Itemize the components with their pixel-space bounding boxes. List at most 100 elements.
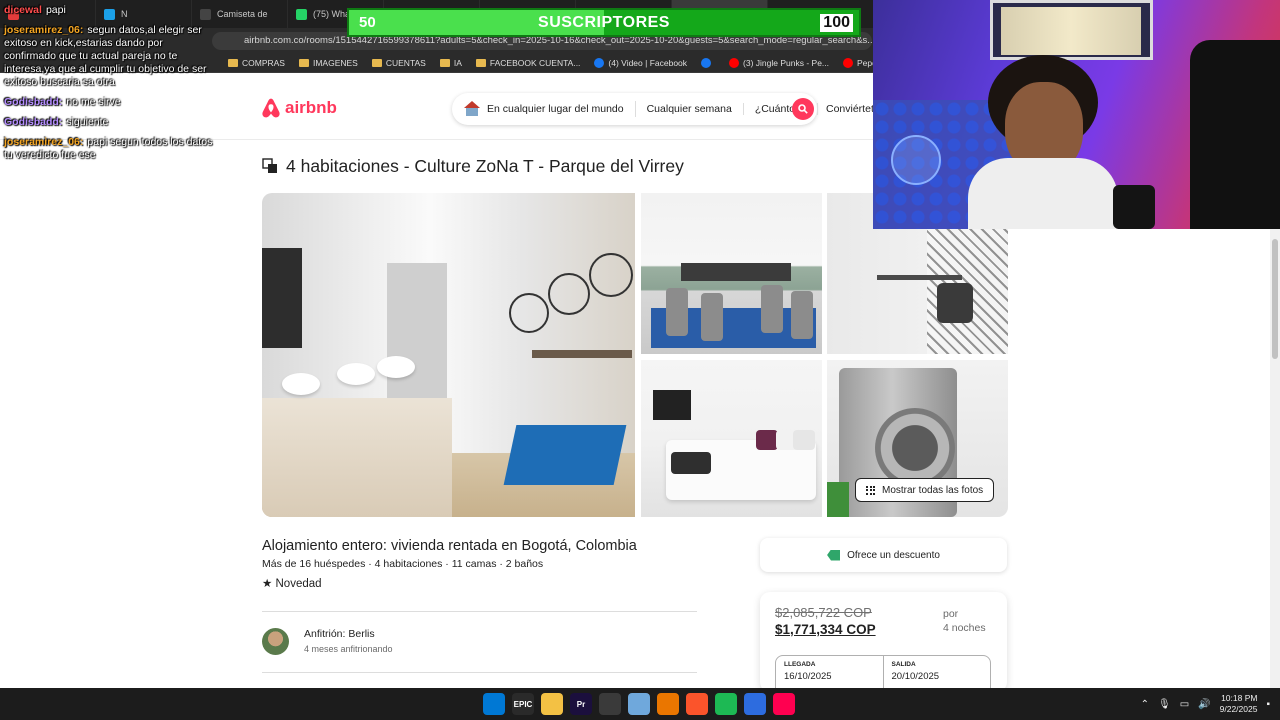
epic-games-icon[interactable]: EPIC (512, 693, 534, 715)
bookmark-item[interactable]: IA (439, 58, 462, 68)
price-tag-icon (827, 549, 841, 561)
network-icon[interactable]: ▭ (1180, 699, 1189, 710)
bookmark-item[interactable]: IMAGENES (298, 58, 358, 68)
system-tray: ⌃ 🎙 ▭ 🔊 10:18 PM 9/22/2025 ▪ (1141, 688, 1280, 720)
search-dates-label: Cualquier semana (646, 103, 732, 115)
chat-message: joseramirez_06: papi segun todos los dato… (4, 136, 214, 162)
chat-username: joseramirez_06: (4, 136, 84, 148)
bookmark-label: FACEBOOK CUENTA... (489, 58, 581, 68)
chat-message: dicewal papi (4, 4, 214, 17)
bookmark-label: (4) Video | Facebook (608, 58, 688, 68)
airbnb-brand-text: airbnb (285, 98, 337, 117)
show-all-photos-label: Mostrar todas las fotos (882, 484, 984, 496)
brave-icon[interactable] (686, 693, 708, 715)
notepad-icon[interactable] (628, 693, 650, 715)
search-location-label: En cualquier lugar del mundo (487, 103, 624, 115)
bookmark-label: (3) Jingle Punks - Pe... (743, 58, 830, 68)
subscriber-target: 100 (820, 13, 853, 32)
search-icon (798, 104, 808, 114)
windows-taskbar: EPIC Pr ⌃ 🎙 ▭ 🔊 10:18 PM 9/22/2025 ▪ (0, 688, 1280, 720)
site-favicon-icon (729, 58, 740, 68)
chat-text: no me sirve (66, 96, 121, 108)
host-name: Anfitrión: Berlis (304, 628, 375, 640)
app-blue-icon[interactable] (744, 693, 766, 715)
stay-title: Alojamiento entero: vivienda rentada en … (262, 538, 637, 554)
clock-date: 9/22/2025 (1219, 704, 1258, 714)
bookmark-item[interactable]: (3) Jingle Punks - Pe... (729, 58, 829, 68)
house-icon (463, 101, 481, 117)
obs-icon[interactable] (599, 693, 621, 715)
photo-bedroom[interactable] (641, 360, 822, 517)
chevron-up-icon[interactable]: ⌃ (1141, 699, 1149, 710)
bookmark-label: COMPRAS (242, 58, 285, 68)
checkout-label: SALIDA (891, 661, 916, 668)
bookmark-label: IA (453, 58, 462, 68)
clock[interactable]: 10:18 PM 9/22/2025 (1220, 693, 1258, 715)
stream-chat: dicewal papi joseramirez_06: segun datos,al… (4, 4, 214, 169)
scrollbar-thumb[interactable] (1272, 239, 1278, 359)
folder-icon (371, 59, 382, 67)
windows-start-icon[interactable] (483, 693, 505, 715)
chat-text: siguiente (66, 116, 109, 128)
bookmark-label: CUENTAS (385, 58, 426, 68)
checkin-label: LLEGADA (784, 661, 816, 668)
booking-card: $2,085,722 COP $1,771,334 COP por 4 noch… (760, 592, 1007, 695)
airbnb-logo-icon (262, 98, 280, 118)
folder-icon (475, 59, 486, 67)
notification-icon[interactable]: ▪ (1266, 699, 1270, 710)
novedad-badge: ★ Novedad (262, 578, 322, 590)
discount-label: Ofrece un descuento (847, 549, 940, 561)
folder-icon (298, 59, 309, 67)
blender-icon[interactable] (657, 693, 679, 715)
bookmark-item[interactable]: FACEBOOK CUENTA... (475, 58, 581, 68)
new-price[interactable]: $1,771,334 COP (775, 622, 876, 637)
show-all-photos-button[interactable]: Mostrar todas las fotos (855, 478, 995, 502)
tab-favicon-icon (296, 8, 307, 20)
photo-kitchen-dining[interactable] (262, 193, 635, 517)
subscriber-goal-bar: 50 SUSCRIPTORES 100 (347, 8, 861, 37)
old-price: $2,085,722 COP (775, 605, 872, 620)
premiere-icon[interactable]: Pr (570, 693, 592, 715)
bookmark-item[interactable]: CUENTAS (371, 58, 426, 68)
translate-icon[interactable] (262, 158, 278, 174)
webcam-feed (873, 0, 1280, 229)
grid-icon (866, 485, 875, 495)
folder-icon (439, 59, 450, 67)
clock-time: 10:18 PM (1221, 693, 1258, 703)
listing-title: 4 habitaciones - Culture ZoNa T - Parque… (286, 156, 684, 176)
site-favicon-icon (701, 58, 712, 68)
tab-label: Camiseta de (217, 9, 268, 19)
chat-message: Godisbadd: no me sirve (4, 96, 214, 109)
become-host-link[interactable]: Conviértet (826, 103, 874, 115)
tiktok-icon[interactable] (773, 693, 795, 715)
bookmark-item[interactable] (701, 58, 715, 68)
stay-details: Más de 16 huéspedes · 4 habitaciones · 1… (262, 558, 544, 570)
page-scrollbar[interactable] (1270, 229, 1280, 689)
folder-icon (228, 59, 238, 67)
checkout-value: 20/10/2025 (891, 671, 940, 682)
spotify-icon[interactable] (715, 693, 737, 715)
microphone-icon[interactable]: 🎙 (1158, 699, 1171, 710)
nights-label: 4 noches (943, 622, 986, 634)
search-bar[interactable]: En cualquier lugar del mundo Cualquier s… (452, 93, 819, 125)
chat-username: dicewal (4, 4, 42, 16)
divider (262, 672, 697, 673)
host-since: 4 meses anfitrionando (304, 644, 393, 654)
discount-card: Ofrece un descuento (760, 538, 1007, 572)
bookmark-item[interactable]: (4) Video | Facebook (594, 58, 687, 68)
host-avatar[interactable] (262, 628, 289, 655)
bookmark-item[interactable]: COMPRAS (228, 58, 285, 68)
search-dates[interactable]: Cualquier semana (636, 103, 744, 115)
search-location[interactable]: En cualquier lugar del mundo (452, 101, 636, 117)
photo-dining-room[interactable] (641, 193, 822, 354)
airbnb-logo[interactable]: airbnb (261, 97, 337, 119)
search-button[interactable] (792, 98, 814, 120)
price-per-label: por (943, 608, 959, 620)
file-explorer-icon[interactable] (541, 693, 563, 715)
volume-icon[interactable]: 🔊 (1198, 699, 1210, 710)
site-favicon-icon (594, 58, 605, 68)
divider (262, 611, 697, 612)
chat-username: joseramirez_06: (4, 24, 84, 36)
chat-message: joseramirez_06: segun datos,al elegir ser… (4, 24, 214, 89)
checkin-value: 16/10/2025 (784, 671, 832, 682)
